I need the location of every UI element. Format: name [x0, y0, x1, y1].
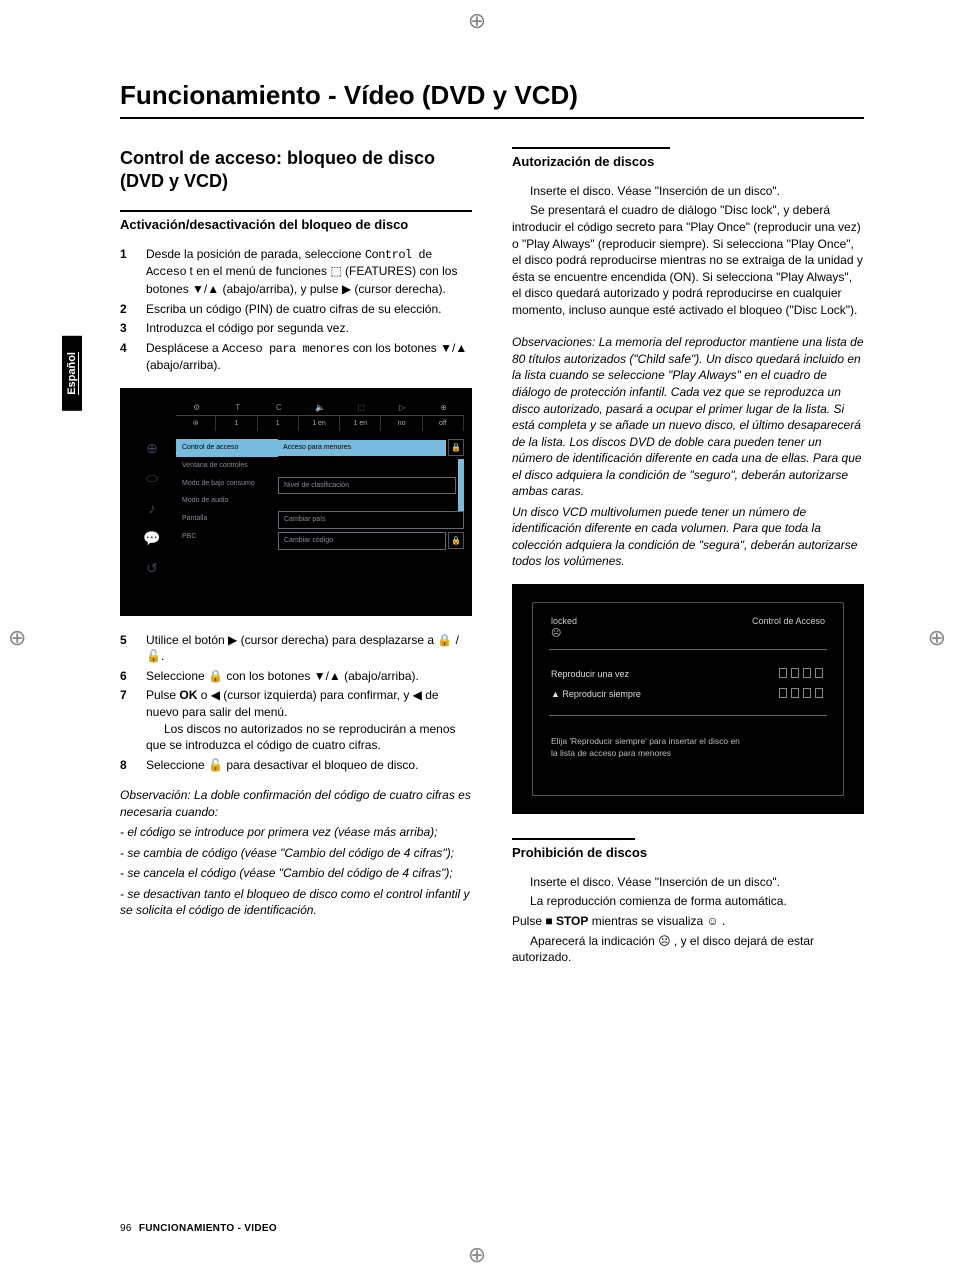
step-number: 1: [120, 246, 134, 298]
step-text: Escriba un código (PIN) de cuatro cifras…: [146, 301, 441, 318]
crop-mark-left: ⊕: [8, 625, 26, 651]
menu-item: Modo de bajo consumo: [176, 475, 278, 493]
step-text: Seleccione 🔓 para desactivar el bloqueo …: [146, 757, 418, 774]
left-column: Control de acceso: bloqueo de disco (DVD…: [120, 147, 472, 969]
top-icon: ⬚: [341, 396, 382, 415]
submenu-item: Cambiar código: [278, 532, 446, 550]
footer-label: FUNCIONAMIENTO - VIDEO: [139, 1223, 277, 1234]
menu-item: Modo de audio: [176, 492, 278, 510]
crop-mark-bottom: ⊕: [462, 1240, 492, 1270]
locked-label: locked☹: [551, 615, 577, 641]
subheading-activation: Activación/desactivación del bloqueo de …: [120, 216, 472, 234]
step-number: 6: [120, 668, 134, 685]
step-text: Utilice el botón ▶ (cursor derecha) para…: [146, 632, 472, 665]
submenu-item: Nivel de clasificación: [278, 477, 456, 495]
step-number: 8: [120, 757, 134, 774]
crop-mark-right: ⊕: [928, 625, 946, 651]
paragraph: Aparecerá la indicación ☹ , y el disco d…: [512, 933, 864, 966]
content-columns: Control de acceso: bloqueo de disco (DVD…: [120, 147, 864, 969]
top-val: 1: [258, 416, 299, 432]
page-footer: 96 FUNCIONAMIENTO - VIDEO: [120, 1223, 277, 1234]
step-number: 3: [120, 320, 134, 337]
observation-text: Observaciones: La memoria del reproducto…: [512, 334, 864, 499]
dialog-title: Control de Acceso: [752, 615, 825, 641]
menu-item-selected: Control de acceso: [176, 439, 278, 457]
observation-item: - se cancela el código (véase "Cambio de…: [120, 865, 472, 882]
side-icon: 💬: [128, 523, 176, 553]
observation-item: - se cambia de código (véase "Cambio del…: [120, 845, 472, 862]
paragraph: La reproducción comienza de forma automá…: [530, 893, 864, 910]
top-icon: ⚙: [176, 396, 217, 415]
page-number: 96: [120, 1223, 132, 1234]
section-title: Control de acceso: bloqueo de disco (DVD…: [120, 147, 472, 192]
dialog-screenshot: locked☹ Control de Acceso Reproducir una…: [512, 584, 864, 814]
submenu-item-selected: Acceso para menores: [278, 440, 446, 456]
paragraph: Inserte el disco. Véase "Inserción de un…: [530, 874, 864, 891]
menu-item: PBC: [176, 528, 278, 546]
page-title: Funcionamiento - Vídeo (DVD y VCD): [120, 80, 864, 119]
subheading-prohibition: Prohibición de discos: [512, 844, 723, 862]
menu-item: Pantalla: [176, 510, 278, 528]
top-val: 1 en: [299, 416, 340, 432]
scrollbar: [458, 459, 464, 511]
side-icon: ⬭: [128, 463, 176, 493]
top-icon: ▷: [382, 396, 423, 415]
step-6: 6 Seleccione 🔒 con los botones ▼/▲ (abajo…: [120, 668, 472, 685]
step-number: 7: [120, 687, 134, 753]
top-icon: T: [217, 396, 258, 415]
step-text: Pulse OK o ◀ (cursor izquierda) para con…: [146, 687, 472, 753]
step-3: 3 Introduzca el código por segunda vez.: [120, 320, 472, 337]
observation-item: - el código se introduce por primera vez…: [120, 824, 472, 841]
step-2: 2 Escriba un código (PIN) de cuatro cifr…: [120, 301, 472, 318]
step-5: 5 Utilice el botón ▶ (cursor derecha) par…: [120, 632, 472, 665]
lock-icon: 🔒: [448, 532, 464, 549]
step-number: 2: [120, 301, 134, 318]
side-icon: ⊕: [128, 433, 176, 463]
step-number: 5: [120, 632, 134, 665]
top-val: 1 en: [340, 416, 381, 432]
paragraph: Pulse ■ STOP mientras se visualiza ☺ .: [512, 913, 864, 930]
top-val: 1: [216, 416, 257, 432]
top-icon: ⊕: [423, 396, 464, 415]
language-tab: Español: [62, 336, 82, 411]
step-text: Seleccione 🔒 con los botones ▼/▲ (abajo/…: [146, 668, 419, 685]
dialog-option-always: ▲ Reproducir siempre: [551, 688, 825, 701]
step-4: 4 Desplácese a Acceso para menores con l…: [120, 340, 472, 374]
top-disc-icon: ⊚: [176, 416, 216, 432]
top-icon: 🔈: [299, 396, 340, 415]
step-text: Introduzca el código por segunda vez.: [146, 320, 349, 337]
step-7: 7 Pulse OK o ◀ (cursor izquierda) para c…: [120, 687, 472, 753]
subheading-authorization: Autorización de discos: [512, 153, 723, 171]
menu-screenshot: ⚙ T C 🔈 ⬚ ▷ ⊕ ⊚ 1 1 1 en 1 en no off ⊕: [120, 388, 472, 616]
observation-intro: Observación: La doble confirmación del c…: [120, 787, 472, 820]
top-icon: C: [258, 396, 299, 415]
pin-boxes: [777, 668, 825, 681]
side-icon: ♪: [128, 493, 176, 523]
lock-icon: 🔒: [448, 439, 464, 456]
crop-mark-top: ⊕: [462, 6, 492, 36]
submenu-item: Cambiar país: [278, 511, 464, 529]
pin-boxes: [777, 688, 825, 701]
steps-list-a: 1 Desde la posición de parada, seleccion…: [120, 246, 472, 374]
dialog-option-once: Reproducir una vez: [551, 668, 825, 681]
observation-text: Un disco VCD multivolumen puede tener un…: [512, 504, 864, 570]
step-8: 8 Seleccione 🔓 para desactivar el bloqueo…: [120, 757, 472, 774]
step-text: Desde la posición de parada, seleccione …: [146, 246, 472, 298]
observation-item: - se desactivan tanto el bloqueo de disc…: [120, 886, 472, 919]
steps-list-b: 5 Utilice el botón ▶ (cursor derecha) par…: [120, 632, 472, 773]
step-number: 4: [120, 340, 134, 374]
top-val: no: [381, 416, 422, 432]
step-text: Desplácese a Acceso para menores con los…: [146, 340, 472, 374]
paragraph: Inserte el disco. Véase "Inserción de un…: [530, 183, 864, 200]
paragraph: Se presentará el cuadro de diálogo "Disc…: [512, 202, 864, 318]
right-column: Autorización de discos Inserte el disco.…: [512, 147, 864, 969]
menu-item: Ventana de controles: [176, 457, 278, 475]
step-1: 1 Desde la posición de parada, seleccion…: [120, 246, 472, 298]
side-icon: ↺: [128, 553, 176, 583]
dialog-message: Elija 'Reproducir siempre' para insertar…: [551, 736, 825, 760]
top-val: off: [423, 416, 464, 432]
